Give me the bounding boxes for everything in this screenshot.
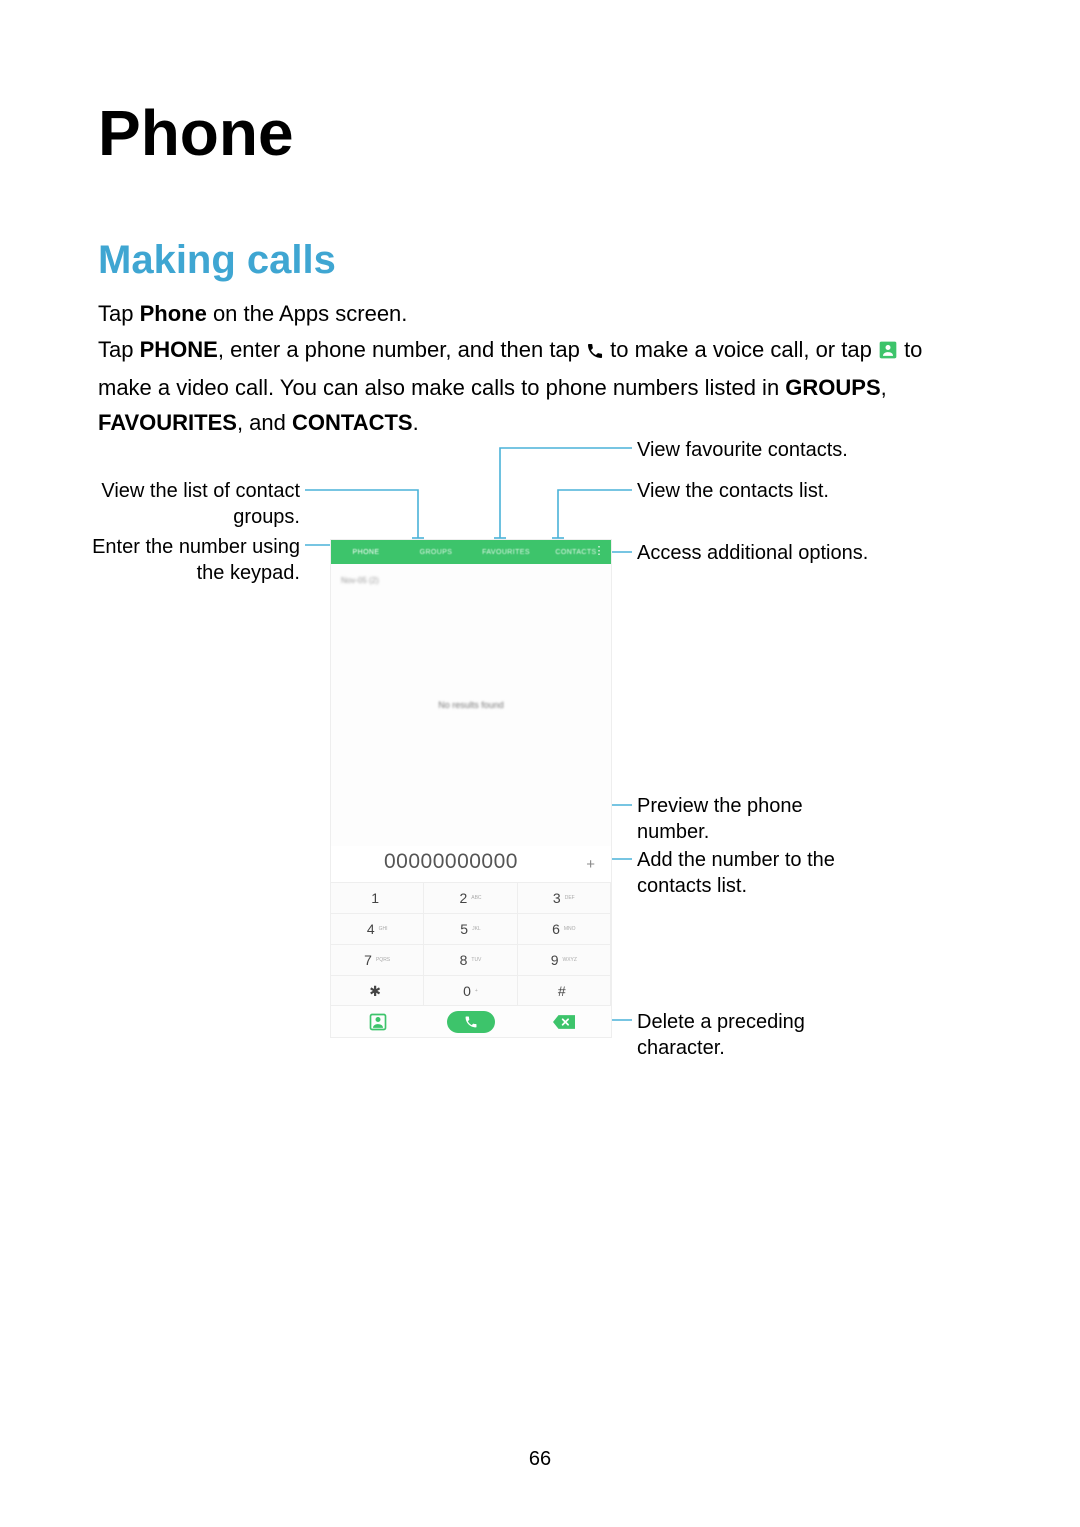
key-0[interactable]: 0+ (424, 975, 517, 1006)
action-row (331, 1005, 611, 1037)
text: to make a voice call, or tap (610, 337, 878, 362)
overflow-menu-icon[interactable]: ⋮ (593, 544, 605, 557)
page-number: 66 (0, 1448, 1080, 1471)
text: on the Apps screen. (207, 301, 408, 326)
text: . (413, 410, 419, 435)
paragraph-1: Tap Phone on the Apps screen. (98, 298, 407, 330)
callout-add-contact: Add the number to the contacts list. (637, 847, 857, 899)
text: , (881, 375, 887, 400)
key-hash[interactable]: # (518, 975, 611, 1006)
paragraph-2: Tap PHONE, enter a phone number, and the… (98, 332, 978, 440)
callout-contacts: View the contacts list. (637, 478, 829, 504)
key-3[interactable]: 3DEF (518, 882, 611, 913)
callout-keypad: Enter the number using the keypad. (80, 534, 300, 586)
video-call-icon (878, 335, 898, 370)
text-bold: PHONE (140, 337, 218, 362)
callout-preview: Preview the phone number. (637, 793, 837, 845)
text: Tap (98, 301, 140, 326)
key-star[interactable]: ✱ (331, 975, 424, 1006)
number-display: 00000000000 + (331, 846, 611, 882)
phone-screenshot: PHONE GROUPS FAVOURITES CONTACTS ⋮ Nov-0… (330, 539, 612, 1038)
keypad: 1 2ABC 3DEF 4GHI 5JKL 6MNO 7PQRS 8TUV 9W… (331, 882, 611, 1006)
tab-phone[interactable]: PHONE (331, 549, 401, 556)
key-5[interactable]: 5JKL (424, 913, 517, 944)
no-results-label: No results found (331, 700, 611, 710)
text: , and (237, 410, 292, 435)
add-to-contacts-button[interactable]: + (586, 856, 595, 873)
video-call-button[interactable] (331, 1006, 424, 1037)
text-bold: Phone (140, 301, 207, 326)
callout-options: Access additional options. (637, 540, 868, 566)
text-bold: GROUPS (785, 375, 880, 400)
voice-call-icon (586, 335, 604, 370)
key-6[interactable]: 6MNO (518, 913, 611, 944)
tab-favourites[interactable]: FAVOURITES (471, 549, 541, 556)
callout-delete: Delete a preceding character. (637, 1009, 837, 1061)
key-8[interactable]: 8TUV (424, 944, 517, 975)
voice-call-button[interactable] (424, 1006, 517, 1037)
search-subtitle: Nov-05 (2) (341, 576, 379, 585)
text-bold: FAVOURITES (98, 410, 237, 435)
tab-groups[interactable]: GROUPS (401, 549, 471, 556)
key-9[interactable]: 9WXYZ (518, 944, 611, 975)
key-7[interactable]: 7PQRS (331, 944, 424, 975)
key-2[interactable]: 2ABC (424, 882, 517, 913)
callout-favourites: View favourite contacts. (637, 437, 848, 463)
text-bold: CONTACTS (292, 410, 413, 435)
backspace-button[interactable] (518, 1006, 611, 1037)
key-1[interactable]: 1 (331, 882, 424, 913)
text: Tap (98, 337, 140, 362)
phone-tabbar: PHONE GROUPS FAVOURITES CONTACTS ⋮ (331, 540, 611, 564)
callout-groups: View the list of contact groups. (80, 478, 300, 530)
key-4[interactable]: 4GHI (331, 913, 424, 944)
page-title: Phone (98, 96, 294, 170)
section-heading: Making calls (98, 238, 336, 283)
text: , enter a phone number, and then tap (218, 337, 586, 362)
entered-number: 00000000000 (331, 850, 571, 874)
